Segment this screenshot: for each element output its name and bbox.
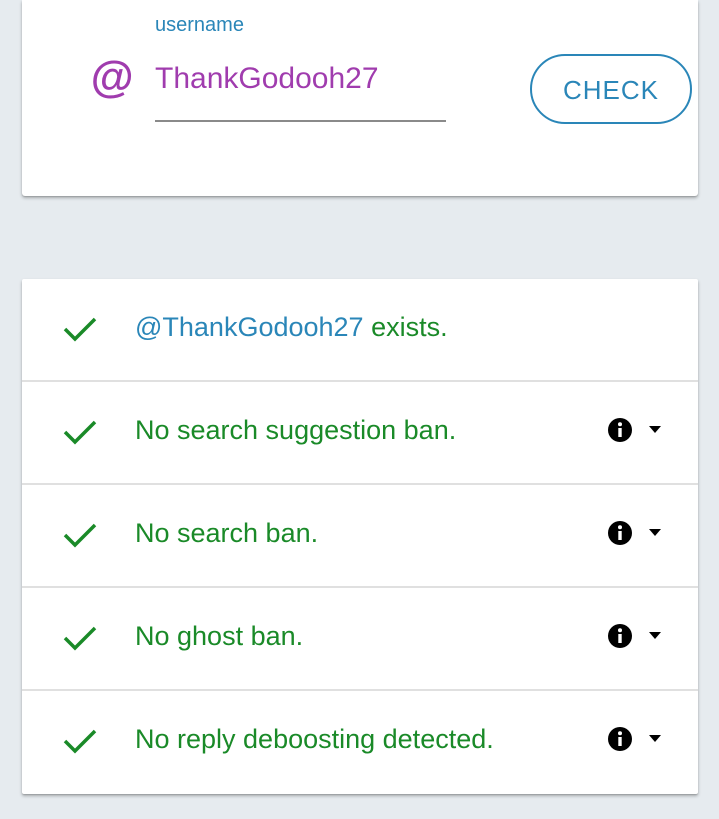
info-icon[interactable]	[608, 521, 632, 545]
exists-suffix: exists.	[363, 312, 448, 342]
check-icon	[63, 523, 97, 548]
result-row-exists: @ThankGodooh27 exists.	[22, 279, 698, 382]
result-label: No search ban.	[135, 518, 319, 548]
info-icon[interactable]	[608, 418, 632, 442]
at-icon: @	[90, 53, 133, 102]
caret-down-icon[interactable]	[649, 632, 661, 639]
check-icon	[63, 626, 97, 651]
info-icon[interactable]	[608, 727, 632, 751]
info-icon[interactable]	[608, 624, 632, 648]
result-label: No search suggestion ban.	[135, 415, 457, 445]
result-row-ghost-ban[interactable]: No ghost ban.	[22, 588, 698, 691]
check-icon	[63, 420, 97, 445]
results-card: @ThankGodooh27 exists. No search suggest…	[22, 279, 698, 794]
result-row-reply-deboosting[interactable]: No reply deboosting detected.	[22, 691, 698, 794]
result-row-search-suggestion-ban[interactable]: No search suggestion ban.	[22, 382, 698, 485]
username-field-label: username	[155, 14, 244, 36]
check-icon	[63, 317, 97, 342]
exists-result-text: @ThankGodooh27 exists.	[135, 312, 448, 343]
username-input[interactable]	[155, 58, 446, 122]
caret-down-icon[interactable]	[649, 529, 661, 536]
caret-down-icon[interactable]	[649, 426, 661, 433]
check-button[interactable]: CHECK	[530, 54, 692, 124]
result-label: No ghost ban.	[135, 621, 304, 651]
username-handle[interactable]: @ThankGodooh27	[135, 312, 364, 342]
username-search-card: username @ CHECK	[22, 0, 698, 196]
check-icon	[63, 729, 97, 754]
result-label: No reply deboosting detected.	[135, 724, 494, 754]
result-row-search-ban[interactable]: No search ban.	[22, 485, 698, 588]
caret-down-icon[interactable]	[649, 735, 661, 742]
